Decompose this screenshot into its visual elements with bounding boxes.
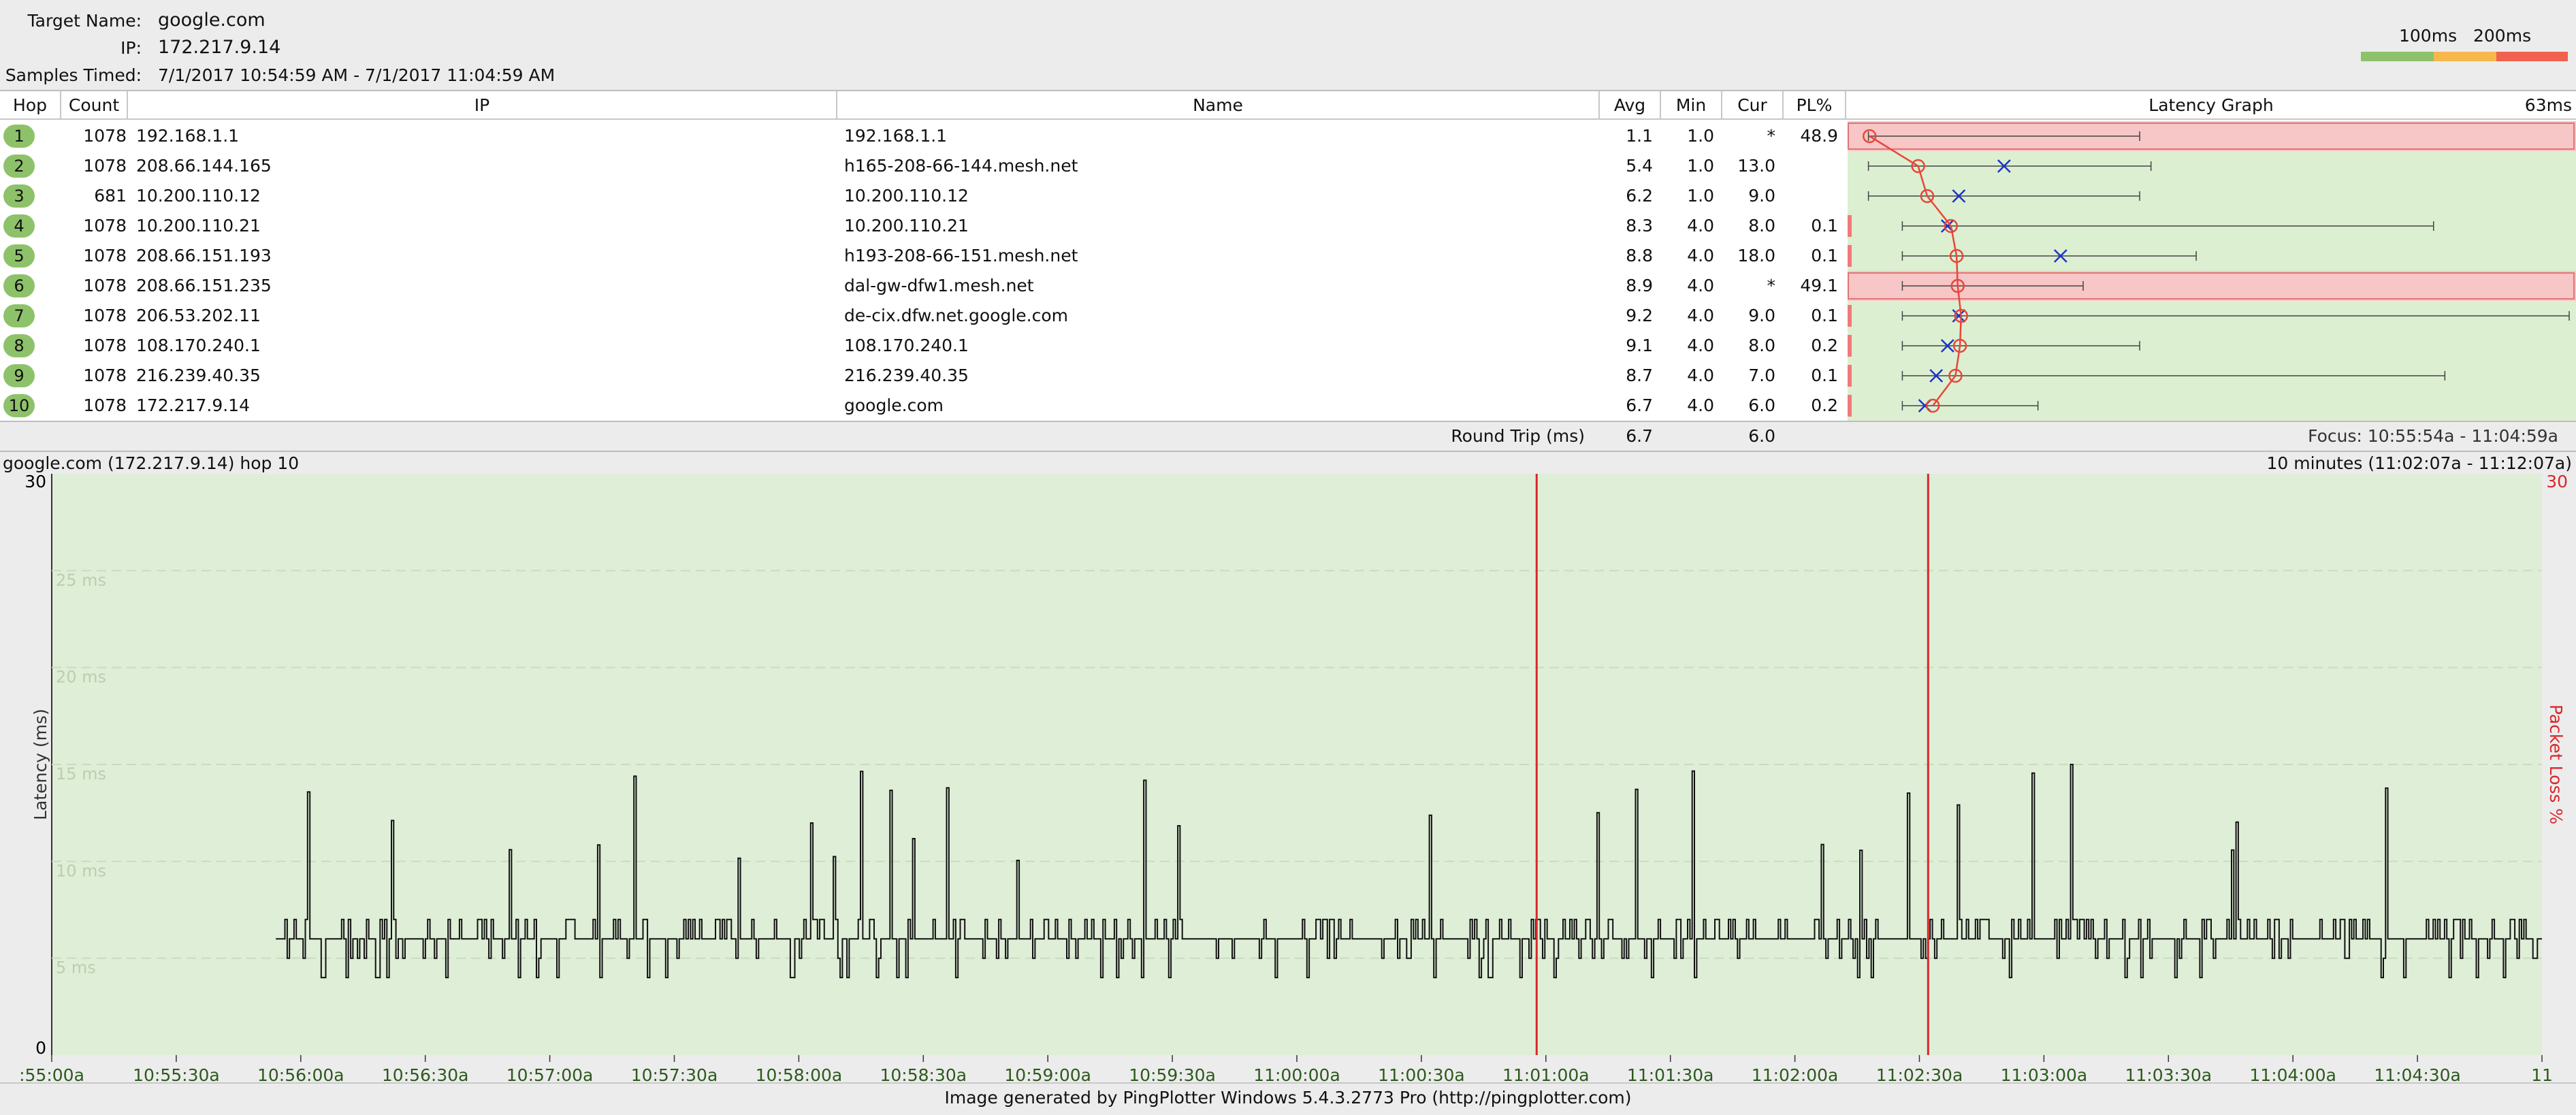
x-tick-label: 10:59:00a [1004,1065,1091,1082]
latency-graph [1848,121,2576,421]
target-name-value: google.com [158,10,265,31]
gridline-label: 15 ms [56,764,106,783]
x-tick-label: 11:03:00a [2001,1065,2088,1082]
x-tick-label: 10:56:30a [382,1065,469,1082]
x-tick-label: 11:01:30a [1627,1065,1714,1082]
legend-100ms: 100ms [2399,26,2458,46]
x-tick-label: 11:01:00a [1502,1065,1590,1082]
y-max-label: 30 [25,472,46,491]
x-tick-label: 10:58:00a [756,1065,843,1082]
x-tick-label: 11:02:00a [1752,1065,1839,1082]
x-tick-label: 10:59:30a [1129,1065,1216,1082]
packet-loss-bar [1848,305,1852,327]
packet-loss-bar [1848,245,1852,267]
focus-range: Focus: 10:55:54a - 11:04:59a [2308,426,2558,446]
footer-credit: Image generated by PingPlotter Windows 5… [944,1088,1632,1108]
legend-bar-green [2361,52,2434,61]
time-graph[interactable]: 25 ms 20 ms 15 ms 10 ms 5 ms 30 0 30 Latency (ms… [0,470,2576,1082]
y-right-axis-label: Packet Loss % [2546,705,2566,824]
x-tick-label: 10:55:30a [133,1065,220,1082]
packet-loss-bar [1848,395,1852,417]
packet-loss-bar [1848,215,1852,237]
x-tick-label: 11:03:30a [2125,1065,2212,1082]
x-tick-label: 11:02:30a [1876,1065,1963,1082]
x-tick-label: 11:04:30a [2374,1065,2461,1082]
gridline-label: 25 ms [56,570,106,589]
packet-loss-bar [1848,365,1852,387]
x-tick-label: 11:00:00a [1253,1065,1340,1082]
round-trip-cur: 6.0 [1748,426,1775,446]
packet-loss-bar [1848,335,1852,357]
x-tick-label: 10:56:00a [257,1065,344,1082]
target-name-label: Target Name: [27,11,142,31]
y-min-label: 0 [35,1038,46,1058]
round-trip-label: Round Trip (ms) [1451,426,1585,446]
round-trip-bar: Round Trip (ms) 6.7 6.0 Focus: 10:55:54a… [0,421,2576,452]
legend-bar-red [2496,52,2568,61]
x-tick-label: 11:04:00a [2249,1065,2336,1082]
samples-label: Samples Timed: [5,65,142,85]
gridline-label: 10 ms [56,861,106,880]
x-tick-label: 10:57:30a [631,1065,718,1082]
ip-value: 172.217.9.14 [158,37,281,58]
ip-label: IP: [120,38,142,58]
footer-divider [0,1082,2576,1084]
x-tick-label: 11:00:30a [1378,1065,1465,1082]
round-trip-avg: 6.7 [1626,426,1653,446]
x-tick-label: :55:00a [19,1065,84,1082]
x-tick-label: 10:58:30a [880,1065,967,1082]
legend-bar-yellow [2434,52,2496,61]
gridline-label: 5 ms [56,958,96,977]
x-tick-label: 10:57:00a [506,1065,594,1082]
x-tick-label: 11 [2531,1065,2553,1082]
hop-table: Hop Count IP Name Avg Min Cur PL% Latenc… [0,90,2576,422]
y-right-max-label: 30 [2546,472,2568,491]
gridline-label: 20 ms [56,668,106,687]
samples-value: 7/1/2017 10:54:59 AM - 7/1/2017 11:04:59… [158,65,556,85]
y-axis-label: Latency (ms) [31,709,50,820]
legend-200ms: 200ms [2473,26,2532,46]
